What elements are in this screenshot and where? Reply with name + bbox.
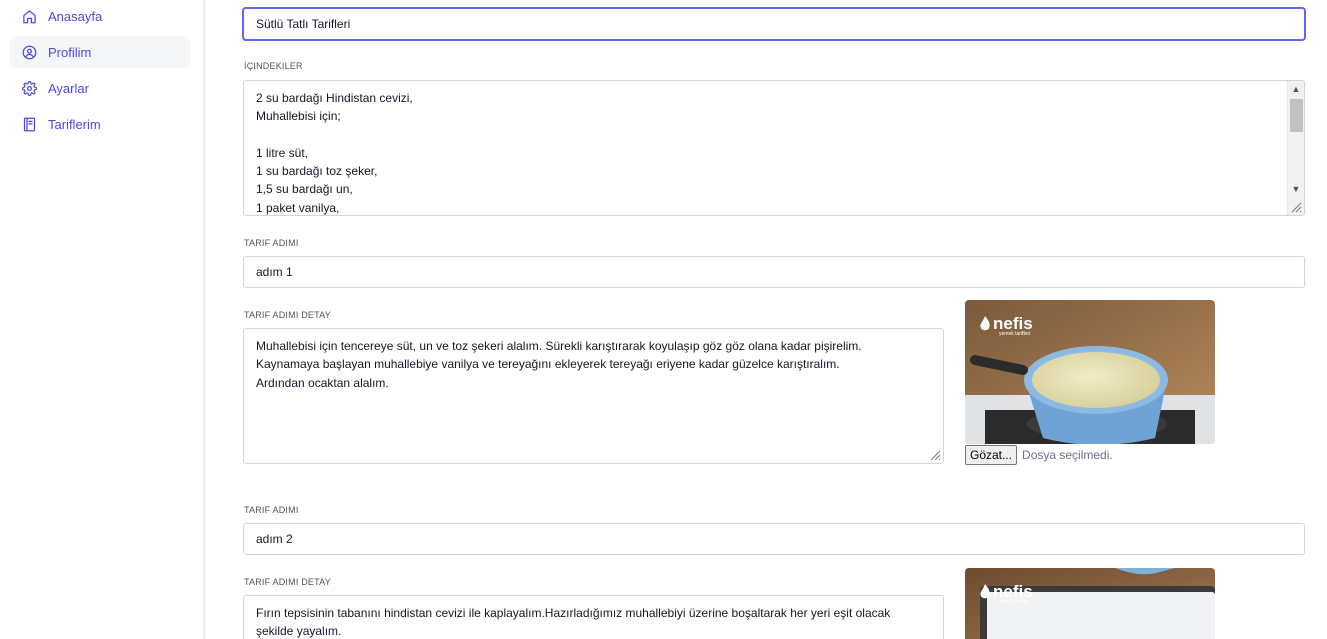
file-status: Dosya seçilmedi. — [1022, 448, 1113, 462]
ingredients-textarea[interactable]: 2 su bardağı Hindistan cevizi, Muhallebi… — [243, 80, 1305, 216]
brand-subtitle: yemek tarifleri — [999, 331, 1031, 337]
step-detail-label: TARIF ADIMI DETAY — [244, 310, 331, 320]
resize-grip-icon[interactable] — [1290, 201, 1302, 213]
step-detail-text: Muhallebisi için tencereye süt, un ve to… — [256, 339, 862, 390]
step-name-label: TARIF ADIMI — [244, 238, 299, 248]
step-detail-text: Fırın tepsisinin tabanını hindistan cevi… — [256, 606, 891, 639]
recipe-title-input[interactable] — [243, 8, 1305, 40]
ingredients-scrollbar[interactable]: ▲ ▼ — [1287, 81, 1304, 215]
resize-grip-icon[interactable] — [929, 449, 941, 461]
sidebar-item-label: Ayarlar — [48, 80, 89, 96]
brand-subtitle: yemek tarifleri — [999, 599, 1031, 605]
scroll-thumb[interactable] — [1290, 99, 1303, 132]
sidebar-item-label: Profilim — [48, 44, 92, 60]
gear-icon — [22, 80, 37, 96]
step-name-input[interactable] — [243, 523, 1305, 555]
flame-icon — [980, 584, 990, 599]
book-icon — [23, 117, 36, 131]
scroll-down-icon[interactable]: ▼ — [1288, 181, 1304, 197]
sidebar-item-ayarlar[interactable]: Ayarlar — [10, 72, 190, 104]
sidebar-item-profilim[interactable]: Profilim — [10, 36, 190, 68]
ingredients-label: İÇINDEKILER — [244, 61, 303, 71]
sidebar-item-anasayfa[interactable]: Anasayfa — [10, 0, 190, 32]
browse-file-button[interactable]: Gözat... — [965, 445, 1018, 465]
step-detail-textarea[interactable]: Muhallebisi için tencereye süt, un ve to… — [243, 328, 944, 464]
scroll-up-icon[interactable]: ▲ — [1288, 81, 1304, 97]
step-detail-textarea[interactable]: Fırın tepsisinin tabanını hindistan cevi… — [243, 595, 944, 639]
sidebar: Anasayfa Profilim Ayarlar Tariflerim — [0, 0, 203, 639]
sidebar-item-tariflerim[interactable]: Tariflerim — [10, 108, 190, 140]
sidebar-item-label: Anasayfa — [48, 8, 103, 24]
step-detail-label: TARIF ADIMI DETAY — [244, 577, 331, 587]
user-circle-icon — [22, 45, 37, 59]
home-icon — [23, 9, 36, 23]
step-image: nefis yemek tarifleri — [965, 568, 1215, 639]
step-name-input[interactable] — [243, 256, 1305, 288]
step-image: nefis yemek tarifleri — [965, 300, 1215, 444]
recipe-form: İÇINDEKILER 2 su bardağı Hindistan ceviz… — [206, 0, 1327, 639]
ingredients-text: 2 su bardağı Hindistan cevizi, Muhallebi… — [256, 91, 413, 215]
flame-icon — [980, 316, 990, 331]
file-input[interactable]: Gözat... Dosya seçilmedi. — [965, 445, 1113, 465]
sidebar-item-label: Tariflerim — [48, 116, 101, 132]
step-name-label: TARIF ADIMI — [244, 505, 299, 515]
